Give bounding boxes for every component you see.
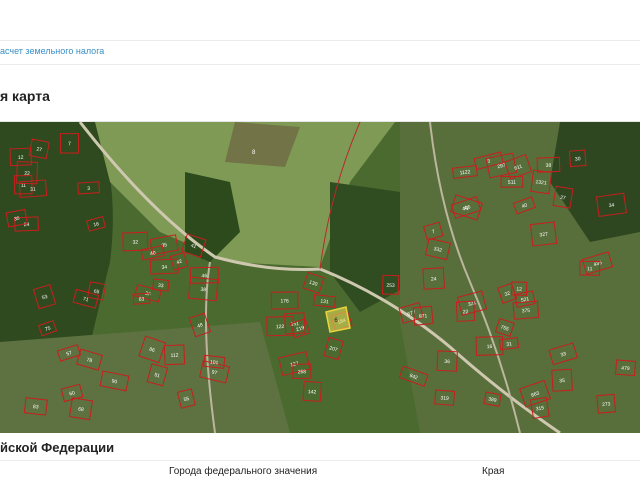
parcel-number-label: 35	[559, 378, 565, 384]
federal-cities-column[interactable]: Города федерального значения	[169, 466, 317, 477]
federation-section-title: йской Федерации	[0, 440, 115, 455]
parcel-number-label: 11	[587, 266, 592, 272]
parcel-number-label: 253	[386, 283, 395, 289]
selected-parcel[interactable]	[325, 306, 351, 333]
land-tax-calc-link[interactable]: асчет земельного налога	[0, 46, 104, 56]
parcel-number-label: 36	[444, 359, 450, 365]
parcel-number-label: 12	[516, 287, 522, 293]
parcel-number-label: 34	[608, 202, 615, 209]
parcel-number-label: 31	[30, 187, 36, 193]
header-divider	[0, 40, 640, 41]
parcel-number-label: 142	[308, 389, 317, 396]
federation-divider	[0, 460, 640, 461]
parcel-number-label: 68	[78, 406, 85, 413]
map-section-title: я карта	[0, 88, 50, 104]
parcel-number-label: 101	[210, 359, 219, 366]
parcel-number-label: 375	[522, 308, 531, 315]
parcel-number-label: 24	[24, 222, 30, 228]
parcel-number-label: 30	[575, 156, 581, 162]
parcel-number-label: 268	[298, 369, 307, 375]
parcel-number-label: 273	[602, 401, 611, 408]
parcel-number-label: 871	[419, 313, 428, 320]
page: асчет земельного налога я карта 12 3 7 1…	[0, 0, 640, 480]
parcel-number-label: 38	[200, 287, 206, 294]
parcel-number-label: 38	[546, 163, 552, 169]
parcel-number-label: 511	[508, 180, 516, 186]
satellite-map[interactable]: 12 3 7 11 16 22 24 27 30 31 32 33 34 35 36 38 40 41 42 46 48…	[0, 121, 640, 433]
parcel-number-label: 24	[431, 276, 437, 282]
parcel-number-label: 319	[440, 395, 449, 402]
parcel-number-label: 83	[33, 404, 39, 411]
parcel-number-label: 22	[463, 309, 469, 315]
parcel-number-label: 122	[276, 324, 285, 330]
parcel-number-label: 31	[506, 341, 512, 348]
parcel-number-label: 46	[201, 273, 207, 279]
parcel-number-label: 16	[487, 344, 493, 350]
parcel-number-label: 7	[68, 141, 71, 147]
section-divider	[0, 64, 640, 65]
parcel-number-label: 33	[158, 283, 164, 290]
krai-column[interactable]: Края	[482, 466, 504, 477]
parcel-number-label: 112	[170, 353, 178, 359]
parcel-number-label: 131	[320, 299, 329, 306]
parcel-number-label: 479	[621, 365, 630, 372]
map-canvas[interactable]: 1237111622242730313233343536384041424648…	[0, 122, 640, 433]
parcel-number-label: 22	[24, 171, 30, 177]
parcel-number-label: 32	[132, 239, 138, 245]
parcel-number-label: 12	[18, 155, 24, 161]
parcel-number-label: 327	[539, 232, 548, 239]
parcel-number-label: 34	[161, 264, 167, 270]
parcel-number-label: 176	[280, 298, 289, 304]
parcel-number-label: 63	[139, 297, 145, 303]
